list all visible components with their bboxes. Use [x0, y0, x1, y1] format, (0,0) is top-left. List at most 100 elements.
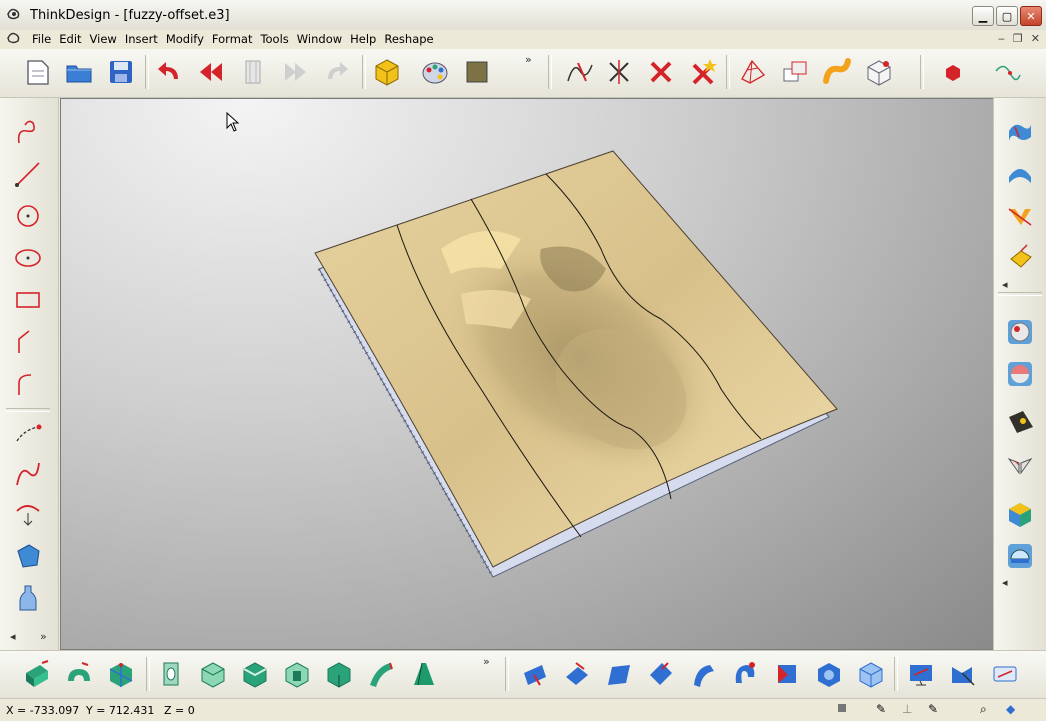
solid-button[interactable]	[370, 55, 404, 89]
extrude-solid-button[interactable]	[20, 657, 54, 691]
view-monitor-button[interactable]	[904, 657, 938, 691]
solid-cube-icon	[375, 59, 399, 86]
trim-button[interactable]	[562, 55, 596, 89]
menu-help[interactable]: Help	[346, 32, 380, 46]
freehand-curve-button[interactable]	[10, 114, 46, 150]
offset-surface-model[interactable]	[61, 99, 993, 649]
document-icon[interactable]	[6, 31, 22, 45]
menu-format[interactable]: Format	[208, 32, 257, 46]
menu-window[interactable]: Window	[293, 32, 346, 46]
scroll-left-icon[interactable]: ◂	[1002, 278, 1008, 291]
forward-button[interactable]	[278, 55, 312, 89]
pocket-solid-button[interactable]	[280, 657, 314, 691]
boolean-solid-button[interactable]	[104, 657, 138, 691]
delete-extend-button[interactable]	[686, 55, 720, 89]
shell-solid-button[interactable]	[154, 657, 188, 691]
scroll-left-icon[interactable]: ◂	[10, 630, 16, 643]
toolbar-overflow-icon[interactable]: »	[525, 53, 532, 66]
revolve-solid-button[interactable]	[62, 657, 96, 691]
cut-button[interactable]	[602, 55, 636, 89]
face-shell-button[interactable]	[812, 657, 846, 691]
menu-file[interactable]: File	[28, 32, 55, 46]
scroll-down-icon[interactable]: »	[40, 630, 47, 643]
draft-solid-button[interactable]	[322, 657, 356, 691]
spline-curve-button[interactable]	[10, 456, 46, 492]
pen-icon[interactable]: ✎	[876, 702, 886, 716]
doc-restore-icon[interactable]: ❐	[1013, 32, 1023, 45]
sphere-cut-button[interactable]	[1002, 356, 1038, 392]
menu-reshape[interactable]: Reshape	[380, 32, 437, 46]
new-document-button[interactable]	[20, 55, 54, 89]
rewind-button[interactable]	[194, 55, 228, 89]
view-satellite-button[interactable]	[946, 657, 980, 691]
graphics-viewport[interactable]	[60, 98, 994, 650]
new-document-icon	[27, 60, 49, 85]
undo-button[interactable]	[152, 55, 186, 89]
view-drive-button[interactable]	[988, 657, 1022, 691]
face-move-button[interactable]	[644, 657, 678, 691]
sphere-solid-button[interactable]	[1002, 314, 1038, 350]
x-coordinate: X = -733.097	[6, 704, 80, 717]
toolbar-overflow-icon[interactable]: »	[483, 655, 490, 668]
arc-corner-button[interactable]	[10, 366, 46, 402]
loft-solid-button[interactable]	[406, 657, 440, 691]
face-rotate-button[interactable]	[728, 657, 762, 691]
face-blend-button[interactable]	[560, 657, 594, 691]
surface-patch-button[interactable]	[1002, 114, 1038, 150]
save-button[interactable]	[104, 55, 138, 89]
fillet-corner-button[interactable]	[10, 324, 46, 360]
menu-view[interactable]: View	[86, 32, 121, 46]
face-cube-button[interactable]	[854, 657, 888, 691]
box-solid-icon	[1009, 503, 1031, 527]
curve-tool-button[interactable]	[990, 55, 1024, 89]
surface-sweep-button[interactable]	[1002, 198, 1038, 234]
pipe-button[interactable]	[820, 55, 854, 89]
face-bend-button[interactable]	[686, 657, 720, 691]
box-solid-button[interactable]	[1002, 496, 1038, 532]
sweep-solid-button[interactable]	[364, 657, 398, 691]
spline-points-button[interactable]	[10, 416, 46, 452]
circle-button[interactable]	[10, 198, 46, 234]
doc-minimize-icon[interactable]: ‒	[998, 32, 1005, 45]
shape-deform-button[interactable]	[1002, 404, 1038, 440]
view-cube-icon[interactable]: ◆	[1006, 702, 1015, 716]
menu-edit[interactable]: Edit	[55, 32, 85, 46]
sphere-dome-button[interactable]	[1002, 538, 1038, 574]
doc-close-icon[interactable]: ✕	[1031, 32, 1040, 45]
maximize-button[interactable]: ▢	[996, 6, 1018, 26]
open-button[interactable]	[62, 55, 96, 89]
face-plane-button[interactable]	[602, 657, 636, 691]
curve-edit-button[interactable]	[10, 496, 46, 532]
bottle-shape-button[interactable]	[10, 580, 46, 616]
minimize-button[interactable]: ▁	[972, 6, 994, 26]
ellipse-button[interactable]	[10, 240, 46, 276]
face-fill-button[interactable]	[770, 657, 804, 691]
frame-button[interactable]	[236, 55, 270, 89]
pocket-solid-icon	[285, 662, 309, 688]
line-button[interactable]	[10, 156, 46, 192]
face-offset-button[interactable]	[518, 657, 552, 691]
mirror-shape-button[interactable]	[1002, 448, 1038, 484]
delete-curve-button[interactable]	[644, 55, 678, 89]
copy-surface-button[interactable]	[778, 55, 812, 89]
edit-icon[interactable]: ✎	[928, 702, 938, 716]
scroll-left-icon[interactable]: ◂	[1002, 576, 1008, 589]
surface-extrude-button[interactable]	[1002, 240, 1038, 276]
surface-blend-button[interactable]	[1002, 156, 1038, 192]
measure-icon[interactable]: ⊥	[902, 702, 912, 716]
redo-button[interactable]	[320, 55, 354, 89]
zoom-icon[interactable]: ⌕	[980, 702, 987, 717]
rectangle-button[interactable]	[10, 282, 46, 318]
material-button[interactable]	[418, 55, 452, 89]
box-view-button[interactable]	[862, 55, 896, 89]
menu-tools[interactable]: Tools	[256, 32, 292, 46]
polygon-button[interactable]	[10, 538, 46, 574]
color-button[interactable]	[460, 55, 494, 89]
close-button[interactable]: ✕	[1020, 6, 1042, 26]
fillet-solid-button[interactable]	[238, 657, 272, 691]
mesh-button[interactable]	[736, 55, 770, 89]
chamfer-solid-button[interactable]	[196, 657, 230, 691]
menu-insert[interactable]: Insert	[121, 32, 162, 46]
menu-modify[interactable]: Modify	[162, 32, 208, 46]
point-marker-button[interactable]	[936, 55, 970, 89]
